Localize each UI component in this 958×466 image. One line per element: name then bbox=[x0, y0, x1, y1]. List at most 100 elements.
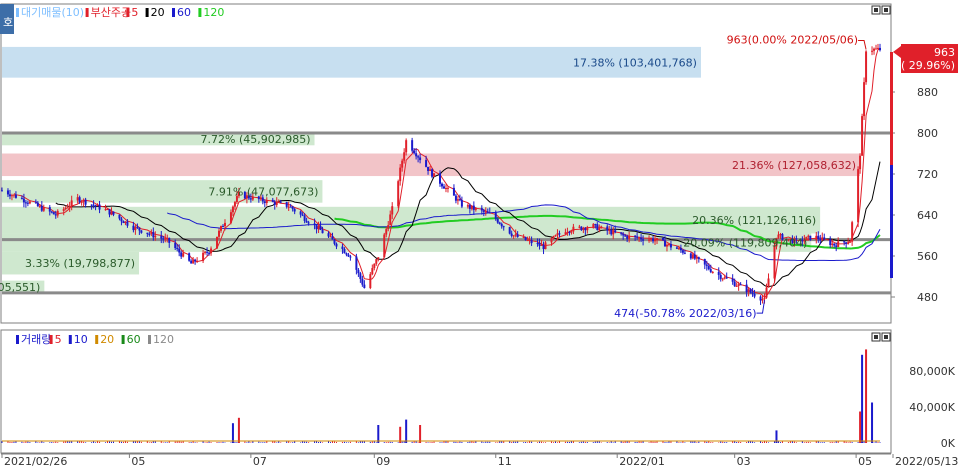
candle-body bbox=[411, 140, 414, 151]
candle-body bbox=[865, 51, 868, 83]
volume-bar bbox=[182, 441, 184, 443]
legend-swatch bbox=[49, 335, 53, 344]
candle-body bbox=[717, 271, 720, 275]
candle-body bbox=[333, 239, 336, 244]
date-tick-label: 05 bbox=[131, 455, 145, 466]
volume-bar bbox=[248, 441, 250, 443]
legend-item: 120 bbox=[203, 6, 224, 19]
volume-bar bbox=[445, 441, 447, 443]
volume-bar bbox=[166, 442, 168, 443]
legend-item: 120 bbox=[153, 333, 174, 346]
candle-body bbox=[596, 224, 599, 230]
candle-body bbox=[440, 183, 443, 187]
candle-body bbox=[146, 232, 149, 234]
candle-body bbox=[502, 226, 505, 228]
volume-bar bbox=[652, 441, 654, 443]
high-annotation: 963(0.00% 2022/05/06) bbox=[727, 33, 858, 46]
volume-bar bbox=[550, 441, 552, 443]
candle-body bbox=[122, 221, 125, 224]
candle-body bbox=[391, 206, 394, 215]
volume-bar bbox=[670, 441, 672, 443]
candle-body bbox=[638, 237, 641, 239]
volume-bar bbox=[97, 441, 99, 443]
candle-body bbox=[749, 289, 752, 293]
volume-bar bbox=[766, 441, 768, 443]
volume-bar bbox=[206, 442, 208, 443]
candle-body bbox=[669, 243, 672, 248]
volume-maximize-icon-inner bbox=[884, 335, 888, 339]
candle-body bbox=[675, 247, 678, 249]
candle-body bbox=[446, 187, 449, 189]
low-annotation: 474(-50.78% 2022/03/16) bbox=[614, 307, 756, 320]
volume-bar bbox=[174, 441, 176, 443]
candle-body bbox=[622, 233, 625, 236]
candle-body bbox=[456, 199, 459, 201]
volume-bar bbox=[513, 441, 515, 443]
volume-profile-label: 7.91% (47,077,673) bbox=[208, 185, 318, 198]
candle-body bbox=[14, 194, 17, 198]
legend-item: 거래량 bbox=[21, 333, 51, 346]
candle-body bbox=[168, 237, 171, 243]
volume-bar bbox=[455, 441, 457, 443]
candle-body bbox=[291, 206, 294, 210]
candle-body bbox=[389, 214, 392, 226]
legend-swatch bbox=[198, 8, 202, 17]
volume-bar bbox=[712, 442, 714, 443]
volume-bar bbox=[487, 441, 489, 443]
volume-profile-label: 17.38% (103,401,768) bbox=[573, 56, 697, 69]
volume-bar bbox=[433, 441, 435, 443]
volume-bar bbox=[746, 441, 748, 443]
volume-tick-label: 0K bbox=[941, 437, 956, 450]
volume-bar bbox=[461, 441, 463, 443]
volume-bar bbox=[417, 442, 419, 443]
volume-bar bbox=[469, 441, 471, 443]
candle-body bbox=[383, 234, 386, 258]
candle-body bbox=[454, 195, 457, 201]
volume-profile-label: 20.36% (121,126,116) bbox=[692, 214, 816, 227]
candle-body bbox=[663, 240, 666, 247]
candle-body bbox=[751, 292, 754, 294]
volume-bar bbox=[543, 442, 545, 443]
candle-body bbox=[176, 248, 179, 250]
candle-body bbox=[249, 198, 252, 200]
volume-bar bbox=[483, 442, 485, 443]
volume-bar bbox=[580, 441, 582, 443]
candle-body bbox=[277, 201, 280, 203]
candle-body bbox=[429, 169, 432, 171]
volume-bar bbox=[750, 441, 752, 443]
candle-body bbox=[594, 224, 597, 226]
candle-body bbox=[564, 232, 567, 234]
candle-body bbox=[779, 234, 782, 236]
volume-bar bbox=[511, 441, 513, 443]
volume-bar bbox=[662, 441, 664, 443]
candle-body bbox=[92, 204, 95, 206]
candle-body bbox=[753, 293, 756, 297]
candle-body bbox=[875, 48, 878, 50]
candle-body bbox=[626, 236, 629, 239]
candle-body bbox=[522, 236, 525, 238]
volume-bar bbox=[411, 441, 413, 443]
volume-bar bbox=[63, 441, 65, 443]
candle-body bbox=[879, 47, 881, 51]
candle-body bbox=[42, 207, 45, 211]
legend-item: 20 bbox=[151, 6, 165, 19]
legend-item: 부산주공 bbox=[91, 6, 131, 19]
candle-body bbox=[78, 197, 81, 203]
candle-body bbox=[148, 233, 151, 235]
candle-body bbox=[108, 209, 111, 215]
volume-bar bbox=[608, 442, 610, 443]
candle-body bbox=[134, 226, 137, 231]
volume-bar bbox=[371, 441, 373, 443]
volume-bar bbox=[278, 441, 280, 443]
volume-bar bbox=[829, 442, 831, 443]
volume-bar bbox=[768, 442, 770, 443]
candle-body bbox=[733, 281, 736, 287]
volume-bar bbox=[260, 442, 262, 443]
candle-body bbox=[725, 277, 728, 279]
candle-body bbox=[188, 253, 191, 261]
volume-bar bbox=[37, 442, 39, 443]
candle-body bbox=[377, 257, 380, 260]
candle-body bbox=[319, 226, 322, 230]
volume-bar bbox=[648, 442, 650, 443]
candle-body bbox=[723, 277, 726, 279]
